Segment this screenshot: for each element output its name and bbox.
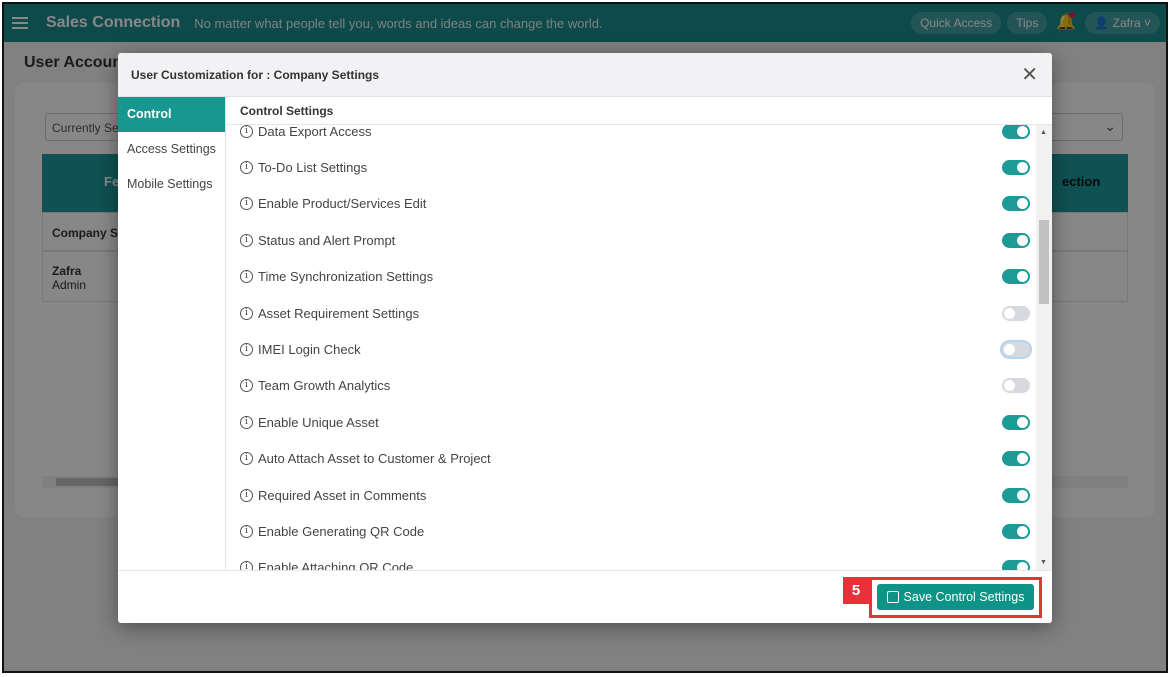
save-control-settings-button[interactable]: Save Control Settings (877, 584, 1034, 610)
modal-sidebar: Control Settings Access Settings Mobile … (118, 97, 226, 570)
setting-item: i Data Export Access (240, 125, 1030, 141)
toggle-switch[interactable] (1002, 232, 1030, 248)
setting-label: Enable Attaching QR Code (258, 560, 414, 570)
toggle-switch[interactable] (1002, 414, 1030, 430)
setting-item: i Time Synchronization Settings (240, 267, 1030, 287)
modal-title: User Customization for : Company Setting… (131, 67, 380, 82)
close-icon[interactable]: ✕ (1021, 62, 1038, 87)
info-icon[interactable]: i (240, 524, 253, 538)
settings-list: i Data Export Access i To-Do List Settings i… (226, 125, 1036, 570)
info-icon[interactable]: i (240, 197, 253, 211)
modal-footer: 5 Save Control Settings (118, 570, 1052, 623)
tab-mobile-settings[interactable]: Mobile Settings (118, 167, 225, 202)
setting-item: i Enable Generating QR Code (240, 521, 1030, 541)
setting-item: i Status and Alert Prompt (240, 230, 1030, 250)
info-icon[interactable]: i (240, 561, 253, 570)
tab-control-settings[interactable]: Control Settings (118, 97, 225, 156)
toggle-switch[interactable] (1002, 159, 1030, 175)
toggle-switch[interactable] (1002, 305, 1030, 321)
save-icon (886, 591, 899, 603)
customization-modal: User Customization for : Company Setting… (118, 53, 1052, 623)
step-badge: 5 (843, 577, 869, 604)
info-icon[interactable]: i (240, 379, 253, 393)
tab-access-settings[interactable]: Access Settings (118, 132, 225, 167)
toggle-switch[interactable] (1002, 378, 1030, 394)
setting-item: i IMEI Login Check (240, 339, 1030, 359)
info-icon[interactable]: i (240, 233, 253, 247)
setting-item: i Enable Unique Asset (240, 412, 1030, 432)
setting-label: To-Do List Settings (258, 159, 368, 175)
info-icon[interactable]: i (240, 415, 253, 429)
setting-label: Enable Unique Asset (258, 414, 379, 430)
setting-label: Data Export Access (258, 125, 372, 139)
setting-label: Asset Requirement Settings (258, 305, 420, 321)
save-label: Save Control Settings (903, 590, 1025, 604)
setting-label: Enable Generating QR Code (258, 523, 425, 539)
setting-item: i Required Asset in Comments (240, 485, 1030, 505)
toggle-switch[interactable] (1002, 125, 1030, 139)
toggle-switch[interactable] (1002, 451, 1030, 467)
setting-item: i Enable Attaching QR Code (240, 558, 1030, 570)
info-icon[interactable]: i (240, 270, 253, 284)
vertical-scrollbar[interactable]: ▲ ▼ (1036, 125, 1052, 570)
setting-label: Auto Attach Asset to Customer & Project (258, 451, 491, 467)
info-icon[interactable]: i (240, 452, 253, 466)
setting-label: Required Asset in Comments (258, 487, 427, 503)
toggle-switch[interactable] (1002, 560, 1030, 570)
setting-label: IMEI Login Check (258, 341, 361, 357)
setting-label: Team Growth Analytics (258, 378, 391, 394)
setting-item: i Team Growth Analytics (240, 376, 1030, 396)
info-icon[interactable]: i (240, 488, 253, 502)
setting-label: Status and Alert Prompt (258, 232, 396, 248)
section-title: Control Settings (226, 97, 1052, 125)
setting-label: Time Synchronization Settings (258, 269, 434, 285)
setting-item: i Asset Requirement Settings (240, 303, 1030, 323)
setting-item: i Enable Product/Services Edit (240, 194, 1030, 214)
toggle-switch[interactable] (1002, 341, 1030, 357)
toggle-switch[interactable] (1002, 487, 1030, 503)
info-icon[interactable]: i (240, 160, 253, 174)
app-window: Sales Connection No matter what people t… (2, 2, 1168, 673)
toggle-switch[interactable] (1002, 196, 1030, 212)
toggle-switch[interactable] (1002, 269, 1030, 285)
setting-label: Enable Product/Services Edit (258, 196, 427, 212)
toggle-switch[interactable] (1002, 523, 1030, 539)
setting-item: i Auto Attach Asset to Customer & Project (240, 449, 1030, 469)
setting-item: i To-Do List Settings (240, 157, 1030, 177)
info-icon[interactable]: i (240, 342, 253, 356)
info-icon[interactable]: i (240, 306, 253, 320)
info-icon[interactable]: i (240, 125, 253, 138)
